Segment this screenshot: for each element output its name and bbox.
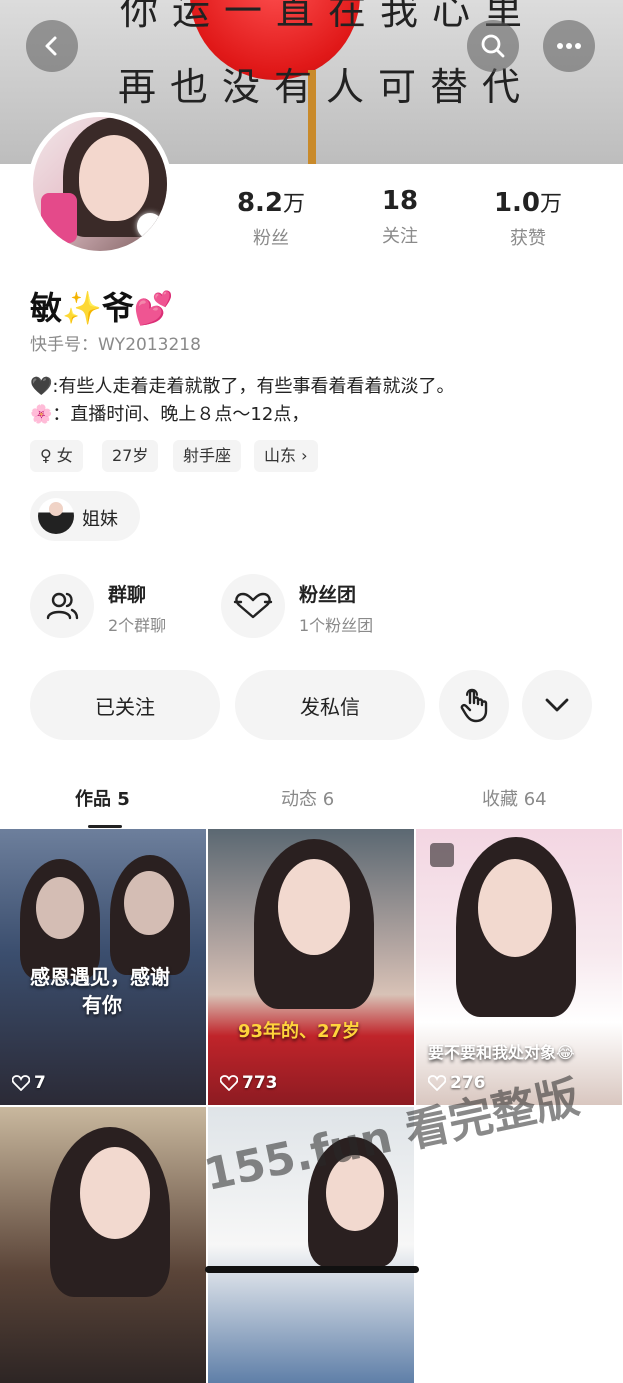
- work-caption: 要不要和我处对象😂: [428, 1043, 575, 1062]
- stat-likes[interactable]: 1.0万 获赞: [468, 186, 588, 250]
- work-likes-count: 7: [34, 1073, 46, 1093]
- relation-avatar: [38, 498, 74, 534]
- tag-age: 27岁: [102, 440, 159, 472]
- more-button[interactable]: [543, 20, 595, 72]
- fan-club-button[interactable]: [221, 574, 285, 638]
- back-button[interactable]: [26, 20, 78, 72]
- search-button[interactable]: [467, 20, 519, 72]
- work-likes: 7: [12, 1073, 46, 1093]
- chevron-down-icon: [545, 698, 569, 712]
- gesture-button[interactable]: [439, 670, 509, 740]
- stat-label: 关注: [382, 226, 418, 247]
- tab-moments[interactable]: 动态 6: [281, 785, 334, 811]
- work-thumbnail[interactable]: 93年的、27岁 773: [208, 829, 414, 1105]
- message-button[interactable]: 发私信: [235, 670, 425, 740]
- stat-unit: 万: [283, 192, 306, 217]
- fan-club-count: 1个粉丝团: [299, 616, 374, 635]
- work-thumbnail[interactable]: [0, 1107, 206, 1383]
- work-caption: 93年的、27岁: [238, 1021, 361, 1042]
- kuaishou-id[interactable]: 快手号：WY2013218: [30, 330, 201, 355]
- heart-outline-icon: [12, 1075, 30, 1091]
- bio-line-2: 🌸：直播时间、晚上８点～12点，: [30, 404, 310, 425]
- profile-name: 敏✨爷💕: [30, 289, 174, 327]
- tab-works[interactable]: 作品 5: [75, 785, 130, 811]
- tag-location[interactable]: 山东 ›: [254, 440, 318, 472]
- banner-text-line2: 再也没有人可替代: [118, 65, 535, 109]
- active-tab-indicator: [88, 825, 122, 828]
- work-thumbnail[interactable]: 要不要和我处对象😂 276: [416, 829, 622, 1105]
- tab-favorites[interactable]: 收藏 64: [482, 785, 547, 811]
- stat-unit: 万: [540, 192, 563, 217]
- more-options-button[interactable]: [522, 670, 592, 740]
- relation-label: 姐妹: [82, 509, 118, 530]
- image-post-icon: [430, 843, 454, 867]
- stat-fans[interactable]: 8.2万 粉丝: [211, 186, 331, 250]
- stat-following[interactable]: 18 关注: [340, 186, 460, 248]
- more-dots-icon: [557, 43, 581, 49]
- work-likes-count: 773: [242, 1073, 278, 1093]
- group-chat-icon: [46, 592, 79, 620]
- back-arrow-icon: [45, 36, 57, 56]
- group-chat-count: 2个群聊: [108, 616, 167, 635]
- stat-value: 18: [381, 186, 419, 216]
- fan-club-title[interactable]: 粉丝团: [299, 580, 356, 607]
- group-chat-button[interactable]: [30, 574, 94, 638]
- heart-outline-icon: [220, 1075, 238, 1091]
- stat-value: 1.0: [493, 188, 541, 218]
- tap-hand-icon: [460, 688, 488, 723]
- bio-line-1: 🖤:有些人走着走着就散了，有些事看着看着就淡了。: [30, 376, 455, 397]
- relation-chip[interactable]: 姐妹: [30, 491, 140, 541]
- tag-gender: ♀ 女: [30, 440, 83, 472]
- tag-zodiac: 射手座: [173, 440, 242, 472]
- search-icon: [481, 34, 505, 58]
- work-caption: 有你: [82, 993, 122, 1017]
- home-indicator[interactable]: [205, 1266, 419, 1273]
- stat-label: 获赞: [510, 228, 546, 249]
- group-chat-title[interactable]: 群聊: [108, 580, 146, 607]
- fan-club-heart-icon: [233, 592, 273, 619]
- stat-value: 8.2: [236, 188, 284, 218]
- follow-button[interactable]: 已关注: [30, 670, 220, 740]
- stat-label: 粉丝: [253, 228, 289, 249]
- work-caption: 感恩遇见，感谢: [30, 965, 170, 989]
- avatar[interactable]: [28, 112, 172, 256]
- work-thumbnail[interactable]: 感恩遇见，感谢 有你 7: [0, 829, 206, 1105]
- work-likes: 773: [220, 1073, 278, 1093]
